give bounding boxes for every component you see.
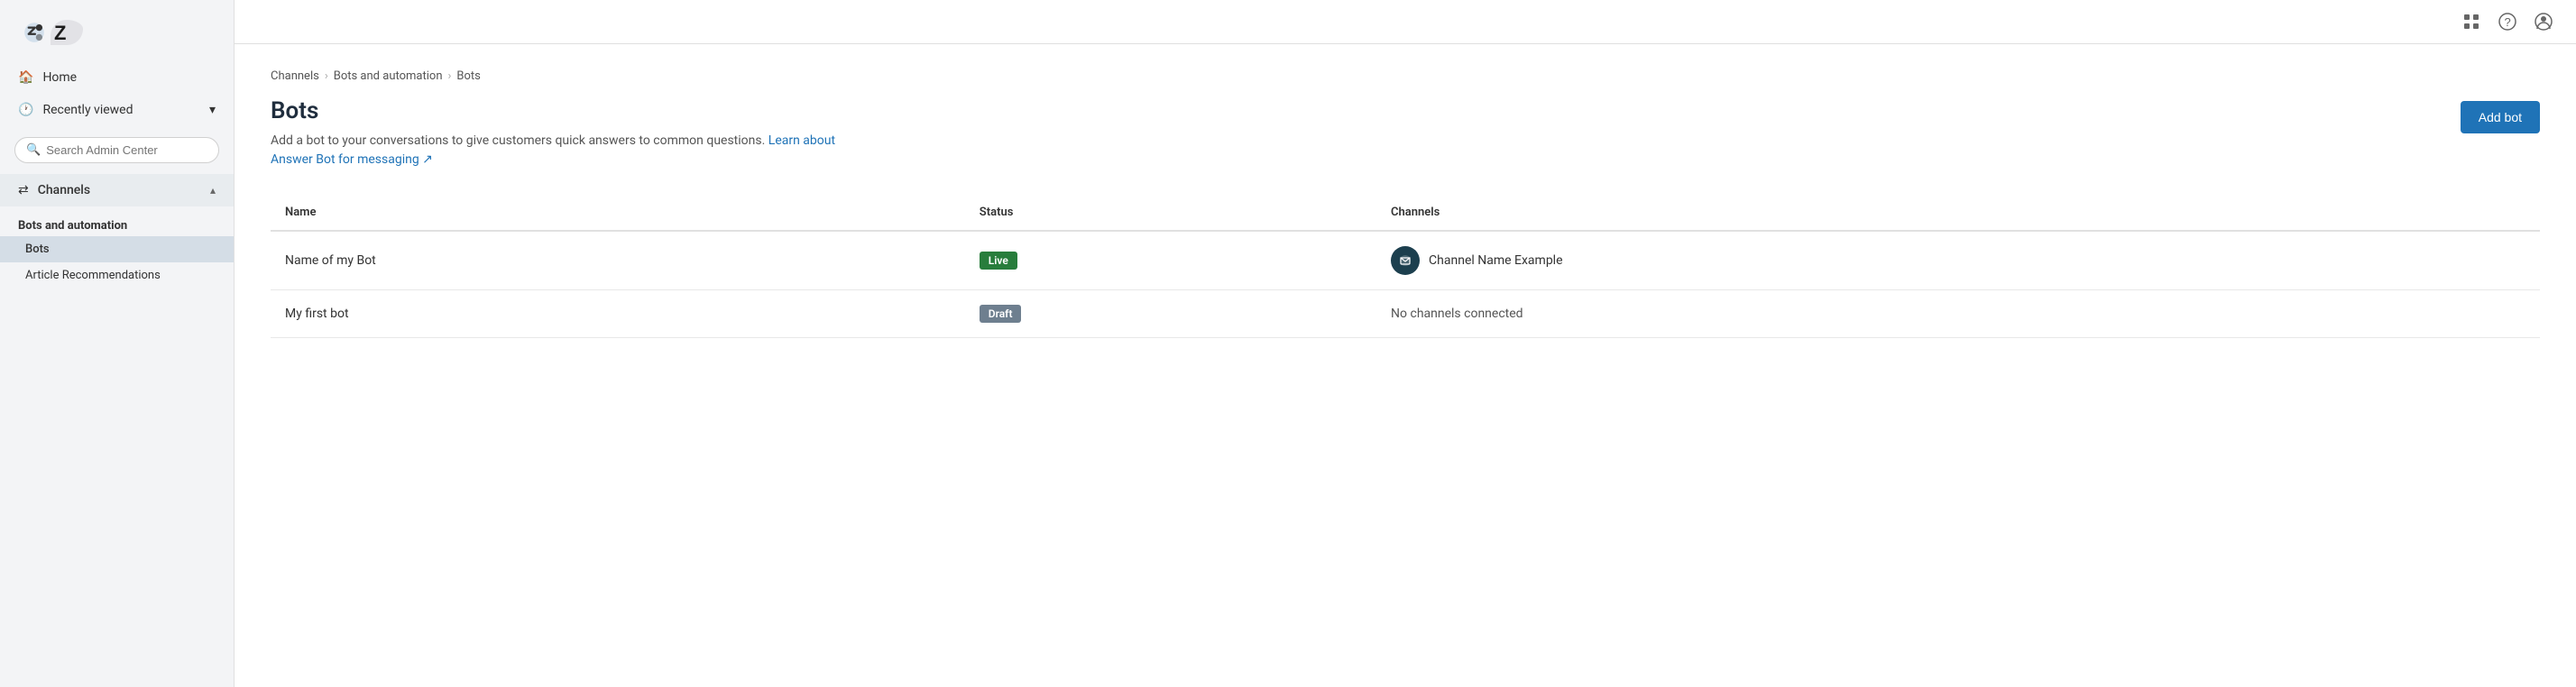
chevron-down-icon: ▾	[209, 103, 216, 117]
search-wrapper: 🔍	[14, 137, 219, 163]
clock-icon: 🕐	[18, 103, 33, 117]
bots-automation-group-label: Bots and automation	[0, 214, 234, 236]
bot-channel-cell: Channel Name Example	[1376, 231, 2540, 290]
col-status: Status	[965, 195, 1376, 231]
home-icon: 🏠	[18, 70, 33, 85]
search-icon: 🔍	[26, 143, 41, 157]
profile-icon[interactable]	[2533, 11, 2554, 32]
channel-name: Channel Name Example	[1429, 253, 1562, 268]
bot-name-cell: Name of my Bot	[271, 231, 965, 290]
svg-text:?: ?	[2505, 15, 2511, 29]
recently-viewed-label: Recently viewed	[42, 103, 133, 117]
zendesk-logo-icon: Z	[51, 20, 83, 45]
sidebar-item-article-recommendations[interactable]: Article Recommendations	[0, 262, 234, 289]
table-row[interactable]: Name of my Bot Live Channel Name Example	[271, 231, 2540, 290]
zendesk-logo	[18, 16, 51, 49]
home-label: Home	[42, 70, 77, 85]
breadcrumb-bots-automation[interactable]: Bots and automation	[334, 69, 443, 83]
add-bot-button[interactable]: Add bot	[2461, 101, 2540, 133]
page-header-left: Bots Add a bot to your conversations to …	[271, 97, 848, 169]
channel-cell: Channel Name Example	[1391, 246, 2525, 275]
search-container: 🔍	[0, 130, 234, 170]
main-content: Channels › Bots and automation › Bots Bo…	[235, 44, 2576, 687]
sidebar-recently-viewed[interactable]: 🕐 Recently viewed ▾	[0, 94, 234, 126]
page-title: Bots	[271, 97, 848, 124]
channels-icon: ⇄	[18, 183, 29, 197]
main-wrapper: ? Channels › Bots and automation › Bots …	[235, 0, 2576, 687]
grid-icon[interactable]	[2461, 11, 2482, 32]
logo-area: Z	[0, 0, 234, 61]
channels-section-header[interactable]: ⇄ Channels ▴	[0, 174, 234, 206]
sidebar: Z 🏠 Home 🕐 Recently viewed ▾ 🔍 ⇄ Channel…	[0, 0, 235, 687]
topbar: ?	[235, 0, 2576, 44]
table-header-row: Name Status Channels	[271, 195, 2540, 231]
breadcrumb-sep-2: ›	[448, 69, 452, 83]
bot-status-cell: Draft	[965, 290, 1376, 338]
channels-label: Channels	[38, 183, 90, 197]
breadcrumb-sep-1: ›	[325, 69, 328, 83]
col-channels: Channels	[1376, 195, 2540, 231]
page-description: Add a bot to your conversations to give …	[271, 132, 848, 169]
bot-status-cell: Live	[965, 231, 1376, 290]
table-row[interactable]: My first bot Draft No channels connected	[271, 290, 2540, 338]
help-icon[interactable]: ?	[2497, 11, 2518, 32]
breadcrumb-bots: Bots	[456, 69, 480, 83]
status-badge: Live	[980, 252, 1017, 270]
page-desc-text: Add a bot to your conversations to give …	[271, 133, 765, 148]
search-input[interactable]	[46, 143, 207, 157]
channels-submenu: Bots and automation Bots Article Recomme…	[0, 206, 234, 296]
bot-channel-cell: No channels connected	[1376, 290, 2540, 338]
channel-icon	[1391, 246, 1420, 275]
sidebar-item-home[interactable]: 🏠 Home	[0, 61, 234, 94]
breadcrumb: Channels › Bots and automation › Bots	[271, 69, 2540, 83]
col-name: Name	[271, 195, 965, 231]
page-header: Bots Add a bot to your conversations to …	[271, 97, 2540, 169]
sidebar-item-bots[interactable]: Bots	[0, 236, 234, 262]
breadcrumb-channels[interactable]: Channels	[271, 69, 319, 83]
bots-table: Name Status Channels Name of my Bot Live C…	[271, 195, 2540, 338]
bot-name-cell: My first bot	[271, 290, 965, 338]
no-channels-text: No channels connected	[1391, 307, 1523, 321]
status-badge: Draft	[980, 305, 1022, 323]
channels-chevron: ▴	[210, 184, 216, 197]
svg-text:Z: Z	[54, 22, 66, 44]
